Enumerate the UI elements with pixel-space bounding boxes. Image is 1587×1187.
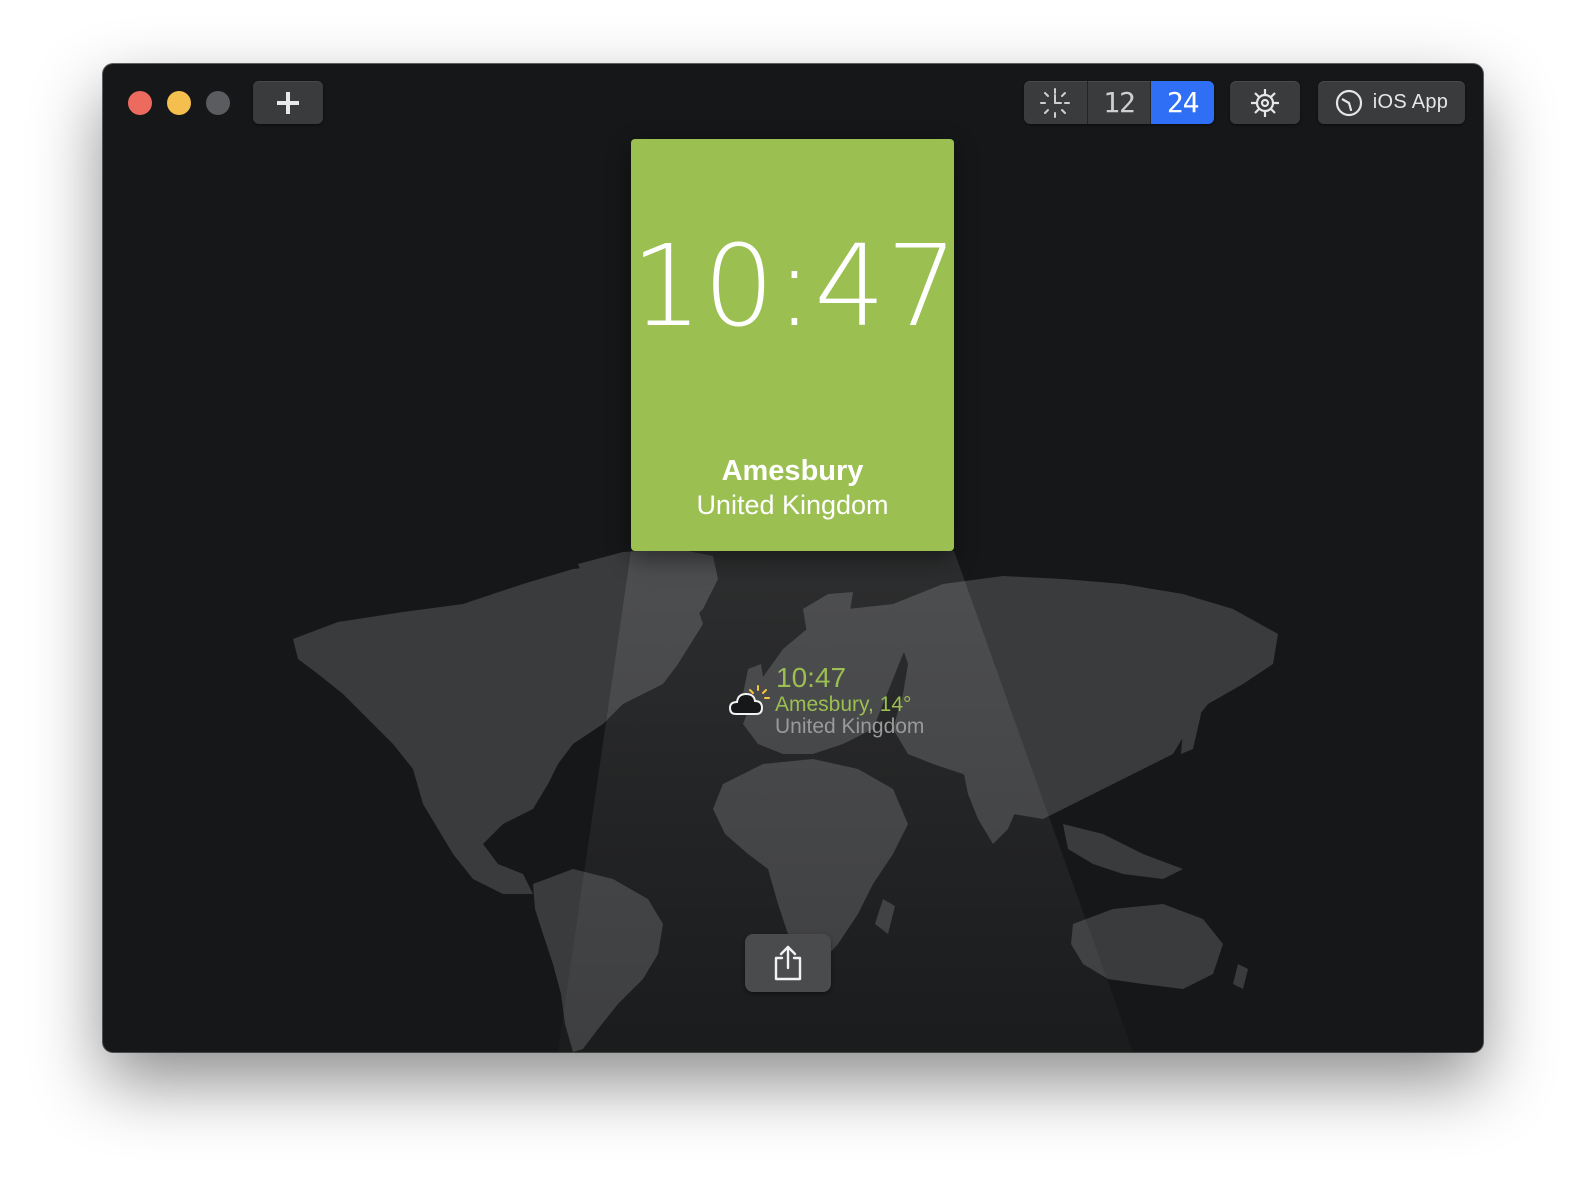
plus-icon — [277, 91, 299, 114]
app-window: 12 24 iOS App 10:47 Amesbury United King… — [103, 64, 1483, 1052]
clock-compass-icon — [1335, 89, 1362, 116]
marker-country: United Kingdom — [775, 715, 925, 738]
share-button[interactable] — [745, 934, 831, 992]
marker-time: 10:47 — [776, 662, 847, 693]
close-button[interactable] — [128, 91, 152, 115]
minimize-button[interactable] — [167, 91, 191, 115]
analog-mode-segment[interactable] — [1024, 81, 1088, 124]
continent-australia — [1071, 904, 1223, 989]
gear-icon — [1251, 88, 1279, 117]
ios-app-button[interactable]: iOS App — [1318, 81, 1465, 124]
12-hour-mode-segment[interactable]: 12 — [1088, 81, 1152, 124]
ios-app-label: iOS App — [1372, 91, 1449, 113]
madagascar — [875, 899, 895, 934]
new-zealand — [1233, 964, 1248, 989]
marker-city-temperature: Amesbury, 14° — [775, 693, 912, 716]
add-location-button[interactable] — [253, 81, 323, 124]
24-hour-icon: 24 — [1166, 86, 1200, 119]
zoom-button[interactable] — [206, 91, 230, 115]
card-city: Amesbury — [721, 455, 864, 487]
12-hour-icon: 12 — [1103, 86, 1136, 119]
continent-asia — [893, 576, 1278, 819]
settings-button[interactable] — [1230, 81, 1300, 124]
city-clock-card[interactable]: 10:47 Amesbury United Kingdom — [631, 139, 959, 551]
continent-south-america — [533, 869, 663, 1052]
24-hour-mode-segment[interactable]: 24 — [1151, 81, 1214, 124]
card-country: United Kingdom — [696, 490, 889, 520]
southeast-asia — [1063, 824, 1183, 879]
partly-cloudy-icon — [728, 685, 770, 715]
card-time: 10:47 — [631, 222, 959, 352]
analog-clock-icon — [1040, 87, 1071, 118]
share-icon — [774, 945, 802, 981]
clock-mode-segmented-control: 12 24 — [1024, 81, 1214, 124]
